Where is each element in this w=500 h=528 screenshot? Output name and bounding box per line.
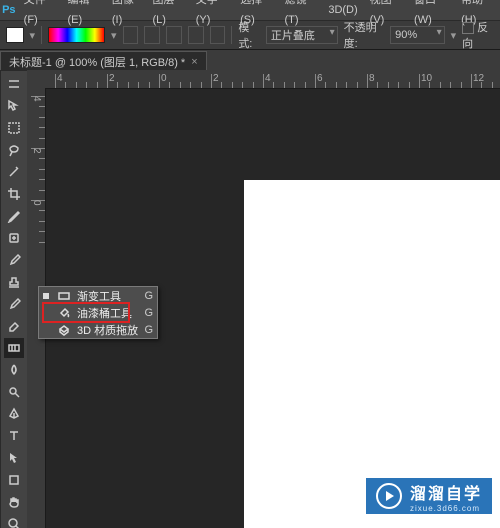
gradient-icon	[57, 289, 71, 303]
flyout-shortcut: G	[144, 324, 153, 336]
zoom-tool[interactable]	[4, 514, 24, 528]
tool-flyout-menu: 渐变工具 G 油漆桶工具 G 3D 材质拖放工具 G	[38, 286, 158, 339]
heal-tool[interactable]	[4, 228, 24, 248]
opacity-value: 90%	[395, 29, 417, 41]
blend-mode-dropdown[interactable]: 正片叠底	[266, 26, 338, 44]
flyout-item-bucket[interactable]: 油漆桶工具 G	[39, 304, 157, 321]
gradient-radial-icon[interactable]	[144, 26, 160, 44]
watermark: 溜溜自学 zixue.3d66.com	[366, 478, 492, 514]
document-tab[interactable]: 未标题-1 @ 100% (图层 1, RGB/8) * ×	[0, 51, 207, 72]
menu-file[interactable]: 文件(F)	[18, 0, 62, 30]
flyout-item-3d-material[interactable]: 3D 材质拖放工具 G	[39, 321, 157, 338]
watermark-text: 溜溜自学	[410, 486, 482, 503]
shape-tool[interactable]	[4, 470, 24, 490]
opacity-label: 不透明度:	[344, 19, 385, 51]
paint-bucket-icon	[57, 306, 71, 320]
menu-3d[interactable]: 3D(D)	[322, 0, 363, 20]
menu-edit[interactable]: 编辑(E)	[61, 0, 105, 30]
stamp-tool[interactable]	[4, 272, 24, 292]
canvas[interactable]	[244, 180, 500, 528]
wand-tool[interactable]	[4, 162, 24, 182]
path-select-tool[interactable]	[4, 448, 24, 468]
crop-tool[interactable]	[4, 184, 24, 204]
flyout-shortcut: G	[144, 307, 153, 319]
app-logo: Ps	[0, 0, 18, 20]
ruler-corner	[27, 70, 46, 89]
toolbox	[0, 70, 28, 528]
watermark-sub: zixue.3d66.com	[410, 504, 482, 513]
mode-label: 模式:	[238, 19, 260, 51]
ruler-horizontal[interactable]: 42024681012	[45, 70, 500, 89]
type-tool[interactable]	[4, 426, 24, 446]
marquee-tool[interactable]	[4, 118, 24, 138]
chevron-down-icon[interactable]: ▾	[451, 29, 457, 42]
eyedropper-tool[interactable]	[4, 206, 24, 226]
gradient-linear-icon[interactable]	[123, 26, 139, 44]
document-tab-label: 未标题-1 @ 100% (图层 1, RGB/8) *	[9, 54, 185, 70]
flyout-shortcut: G	[144, 290, 153, 302]
hand-tool[interactable]	[4, 492, 24, 512]
flyout-item-gradient[interactable]: 渐变工具 G	[39, 287, 157, 304]
gradient-diamond-icon[interactable]	[210, 26, 226, 44]
lasso-tool[interactable]	[4, 140, 24, 160]
pen-tool[interactable]	[4, 404, 24, 424]
close-tab-icon[interactable]: ×	[191, 56, 197, 68]
menu-bar: Ps 文件(F) 编辑(E) 图像(I) 图层(L) 文字(Y) 选择(S) 滤…	[0, 0, 500, 20]
eraser-tool[interactable]	[4, 316, 24, 336]
separator	[231, 26, 232, 44]
brush-tool[interactable]	[4, 250, 24, 270]
play-icon	[376, 483, 402, 509]
history-brush-tool[interactable]	[4, 294, 24, 314]
opacity-input[interactable]: 90%	[390, 26, 444, 44]
handle-icon[interactable]	[4, 74, 24, 94]
gradient-reflected-icon[interactable]	[188, 26, 204, 44]
dodge-tool[interactable]	[4, 382, 24, 402]
blend-mode-value: 正片叠底	[271, 27, 315, 43]
gradient-preview[interactable]	[48, 27, 105, 43]
gradient-tool[interactable]	[4, 338, 24, 358]
material-drop-icon	[57, 323, 71, 337]
separator	[41, 26, 42, 44]
chevron-down-icon[interactable]: ▾	[111, 29, 117, 42]
move-tool[interactable]	[4, 96, 24, 116]
blur-tool[interactable]	[4, 360, 24, 380]
chevron-down-icon[interactable]: ▾	[30, 29, 36, 42]
flyout-label: 渐变工具	[77, 288, 138, 304]
gradient-angle-icon[interactable]	[166, 26, 182, 44]
reverse-checkbox[interactable]: 反向	[462, 19, 494, 51]
flyout-label: 油漆桶工具	[77, 305, 138, 321]
flyout-label: 3D 材质拖放工具	[77, 322, 138, 338]
tool-preset-swatch[interactable]	[6, 27, 24, 43]
